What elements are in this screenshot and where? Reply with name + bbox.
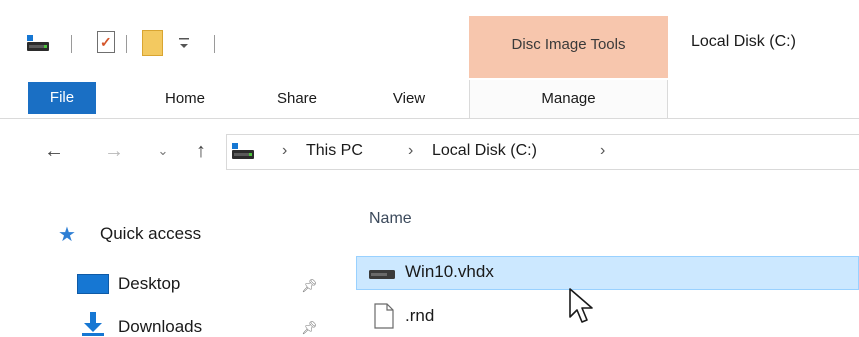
back-arrow-icon[interactable]: ←	[43, 140, 65, 162]
qat-separator	[126, 35, 127, 53]
drive-icon	[232, 143, 254, 159]
mouse-cursor-icon	[569, 288, 593, 323]
column-header-name[interactable]: Name	[369, 210, 412, 228]
tab-view[interactable]: View	[364, 80, 454, 118]
tab-share[interactable]: Share	[252, 80, 342, 118]
recent-locations-chevron-icon[interactable]: ⌄	[152, 140, 174, 162]
properties-icon[interactable]: ✓	[97, 31, 115, 53]
new-folder-icon[interactable]	[142, 30, 163, 56]
pin-icon[interactable]: 📌︎	[301, 278, 318, 294]
tab-manage[interactable]: Manage	[469, 80, 668, 118]
desktop-icon	[77, 274, 109, 294]
nav-item-quick-access[interactable]: Quick access	[100, 224, 201, 244]
qat-separator	[71, 35, 72, 53]
tab-home[interactable]: Home	[140, 80, 230, 118]
window-title: Local Disk (C:)	[691, 33, 796, 50]
file-icon	[374, 303, 394, 329]
forward-arrow-icon[interactable]: →	[103, 140, 125, 162]
nav-item-downloads[interactable]: Downloads	[118, 317, 202, 337]
breadcrumb-chevron-icon[interactable]: ›	[600, 142, 605, 160]
drive-icon[interactable]	[27, 35, 49, 51]
qat-separator	[214, 35, 215, 53]
breadcrumb-local-disk[interactable]: Local Disk (C:)	[432, 142, 537, 160]
file-name-win10-vhdx[interactable]: Win10.vhdx	[405, 262, 494, 282]
breadcrumb-this-pc[interactable]: This PC	[306, 142, 363, 160]
customize-dropdown-icon[interactable]	[177, 34, 191, 52]
up-arrow-icon[interactable]: ↑	[190, 140, 212, 162]
file-name-rnd[interactable]: .rnd	[405, 306, 434, 326]
tab-file[interactable]: File	[28, 82, 96, 114]
breadcrumb-chevron-icon[interactable]: ›	[282, 142, 287, 160]
nav-item-desktop[interactable]: Desktop	[118, 274, 180, 294]
context-tab-title: Disc Image Tools	[511, 36, 626, 53]
pin-icon[interactable]: 📌︎	[301, 320, 318, 336]
star-icon: ★	[58, 224, 76, 246]
virtual-disk-icon	[369, 270, 395, 279]
breadcrumb-chevron-icon[interactable]: ›	[408, 142, 413, 160]
downloads-icon	[82, 312, 104, 336]
